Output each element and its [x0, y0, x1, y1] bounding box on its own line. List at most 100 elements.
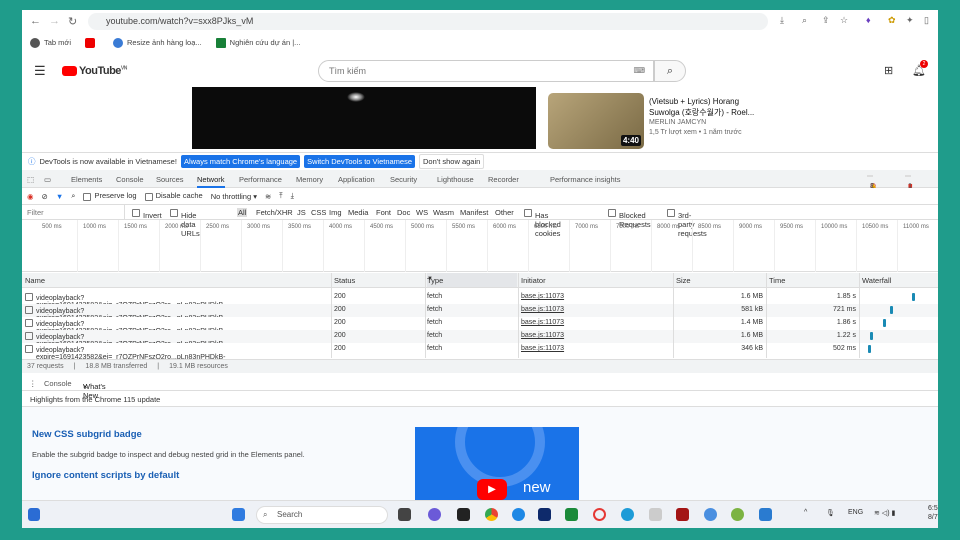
col-time[interactable]: Time — [769, 276, 785, 285]
col-name[interactable]: Name — [25, 276, 45, 285]
app-icon[interactable] — [457, 508, 470, 521]
network-conditions-icon[interactable]: ≋ — [265, 192, 271, 201]
upload-icon[interactable]: ⤒ — [279, 191, 282, 201]
tab-console[interactable]: Console — [116, 175, 144, 184]
row-name[interactable]: videoplayback?expire=1691423582&ei=_r7QZ… — [25, 306, 226, 329]
create-icon[interactable]: ⊞ — [884, 64, 893, 77]
tab-sources[interactable]: Sources — [156, 175, 184, 184]
start-icon[interactable] — [232, 508, 245, 521]
tab-network[interactable]: Network — [197, 175, 225, 188]
app-icon-2[interactable] — [649, 508, 662, 521]
issues-count[interactable]: ■ 1 — [905, 175, 913, 190]
inspect-icon[interactable]: ⬚ — [27, 175, 34, 184]
search-button[interactable]: ⌕ — [654, 60, 686, 82]
task-view-icon[interactable] — [398, 508, 411, 521]
dont-show-again-button[interactable]: Don't show again — [419, 153, 485, 169]
col-waterfall[interactable]: Waterfall — [862, 276, 891, 285]
reload-icon[interactable]: ↻ — [68, 15, 77, 28]
clock[interactable]: 6:5 8/7 — [928, 504, 938, 522]
device-toggle-icon[interactable]: ▭ — [44, 175, 51, 184]
row-name[interactable]: videoplayback?expire=1691423582&ei=_r7QZ… — [25, 332, 226, 355]
widgets-icon[interactable] — [28, 508, 40, 521]
row-initiator-link[interactable]: base.js:11073 — [521, 332, 564, 339]
row-name[interactable]: videoplayback?expire=1691423582&ei=_r7QZ… — [25, 293, 226, 316]
col-type[interactable]: Type ▼ — [427, 273, 517, 287]
filter-img[interactable]: Img — [329, 208, 342, 217]
close-icon[interactable]: × — [83, 382, 87, 391]
forward-icon[interactable]: → — [49, 15, 60, 27]
throttling-select[interactable]: No throttling ▾ — [211, 192, 257, 201]
puzzle-icon[interactable]: ✦ — [906, 15, 914, 26]
keyboard-icon[interactable]: ⌨ — [633, 61, 645, 81]
filter-fetch-xhr[interactable]: Fetch/XHR — [256, 208, 293, 217]
row-initiator-link[interactable]: base.js:11073 — [521, 293, 564, 300]
skype-icon[interactable] — [621, 508, 634, 521]
tray-chevron-icon[interactable]: ^ — [804, 509, 807, 516]
bookmark-resize[interactable]: Resize ảnh hàng loạ... — [113, 38, 202, 48]
network-timeline-overview[interactable]: 500 ms 1000 ms 1500 ms 2000 ms 2500 ms 3000 m… — [22, 220, 938, 272]
row-name[interactable]: videoplayback?expire=1691423582&ei=_r7QZ… — [25, 345, 226, 368]
tab-performance-insights[interactable]: Performance insights — [550, 175, 620, 184]
row-initiator-link[interactable]: base.js:11073 — [521, 345, 564, 352]
tab-application[interactable]: Application — [338, 175, 375, 184]
download-icon[interactable]: ⤓ — [780, 15, 784, 26]
app-icon-4[interactable] — [731, 508, 744, 521]
table-row[interactable]: videoplayback?expire=1691423582&ei=_r7QZ… — [22, 343, 938, 368]
sidepanel-icon[interactable]: ▯ — [924, 15, 929, 26]
filter-manifest[interactable]: Manifest — [460, 208, 488, 217]
chat-icon[interactable] — [428, 508, 441, 521]
search-icon[interactable]: ⌕ — [71, 191, 75, 201]
filter-doc[interactable]: Doc — [397, 208, 410, 217]
zoom-icon[interactable]: ⌕ — [802, 15, 807, 26]
invert-checkbox[interactable]: Invert — [132, 208, 162, 220]
drawer-menu-icon[interactable]: ⋮ — [29, 379, 37, 388]
record-icon[interactable]: ◉ — [27, 192, 34, 201]
filter-icon[interactable]: ▼ — [56, 192, 63, 201]
filter-all[interactable]: All — [237, 208, 248, 217]
clear-icon[interactable]: ⊘ — [42, 192, 48, 201]
taskbar-search[interactable]: ⌕ Search — [256, 506, 388, 524]
table-row[interactable]: videoplayback?expire=1691423582&ei=_r7QZ… — [22, 317, 938, 342]
youtube-logo[interactable]: YouTubeVN — [62, 65, 127, 77]
drawer-tab-console[interactable]: Console — [44, 379, 72, 388]
table-row[interactable]: videoplayback?expire=1691423582&ei=_r7QZ… — [22, 330, 938, 355]
col-size[interactable]: Size — [676, 276, 691, 285]
zalo-icon[interactable] — [704, 508, 717, 521]
suggestion-thumbnail[interactable]: 4:40 — [548, 93, 644, 149]
row-initiator-link[interactable]: base.js:11073 — [521, 319, 564, 326]
error-count[interactable]: ⊗ 8 ▲ 1 — [867, 175, 877, 190]
suggestion-info[interactable]: (Vietsub + Lyrics) Horang Suwolga (호랑수월가… — [649, 96, 754, 138]
hide-data-urls-checkbox[interactable]: Hide data URLs — [170, 208, 200, 238]
tab-lighthouse[interactable]: Lighthouse — [437, 175, 474, 184]
filter-other[interactable]: Other — [495, 208, 514, 217]
third-party-checkbox[interactable]: 3rd-party requests — [667, 208, 707, 238]
bookmark-youtube[interactable] — [85, 38, 99, 48]
tab-performance[interactable]: Performance — [239, 175, 282, 184]
row-initiator-link[interactable]: base.js:11073 — [521, 306, 564, 313]
filter-input[interactable]: Filter — [25, 205, 125, 219]
table-row[interactable]: videoplayback?expire=1691423582&ei=_r7QZ… — [22, 304, 938, 329]
blocked-cookies-checkbox[interactable]: Has blocked cookies — [524, 208, 561, 238]
match-language-button[interactable]: Always match Chrome's language — [180, 154, 301, 168]
xbox-icon[interactable] — [565, 508, 578, 521]
filter-ws[interactable]: WS — [416, 208, 428, 217]
filter-wasm[interactable]: Wasm — [433, 208, 454, 217]
extension-icon-2[interactable]: ✿ — [888, 15, 896, 26]
tab-security[interactable]: Security — [390, 175, 417, 184]
download-icon[interactable]: ⤓ — [291, 191, 294, 201]
network-volume-battery-icons[interactable]: ≋ ◁) ▮ — [874, 509, 895, 517]
preserve-log-checkbox[interactable]: Preserve log — [83, 191, 137, 201]
filter-font[interactable]: Font — [376, 208, 391, 217]
chrome-icon[interactable] — [485, 508, 498, 521]
teamviewer-icon[interactable] — [538, 508, 551, 521]
app-icon-3[interactable] — [676, 508, 689, 521]
edge-icon[interactable] — [512, 508, 525, 521]
whats-new-video-card[interactable]: ▶ new — [415, 427, 579, 500]
filter-css[interactable]: CSS — [311, 208, 326, 217]
table-row[interactable]: videoplayback?expire=1691423582&ei=_r7QZ… — [22, 291, 938, 316]
back-icon[interactable]: ← — [30, 15, 41, 27]
tab-recorder[interactable]: Recorder — [488, 175, 519, 184]
col-status[interactable]: Status — [334, 276, 355, 285]
filter-media[interactable]: Media — [348, 208, 368, 217]
url-input[interactable]: youtube.com/watch?v=sxx8PJks_vM — [88, 13, 768, 30]
